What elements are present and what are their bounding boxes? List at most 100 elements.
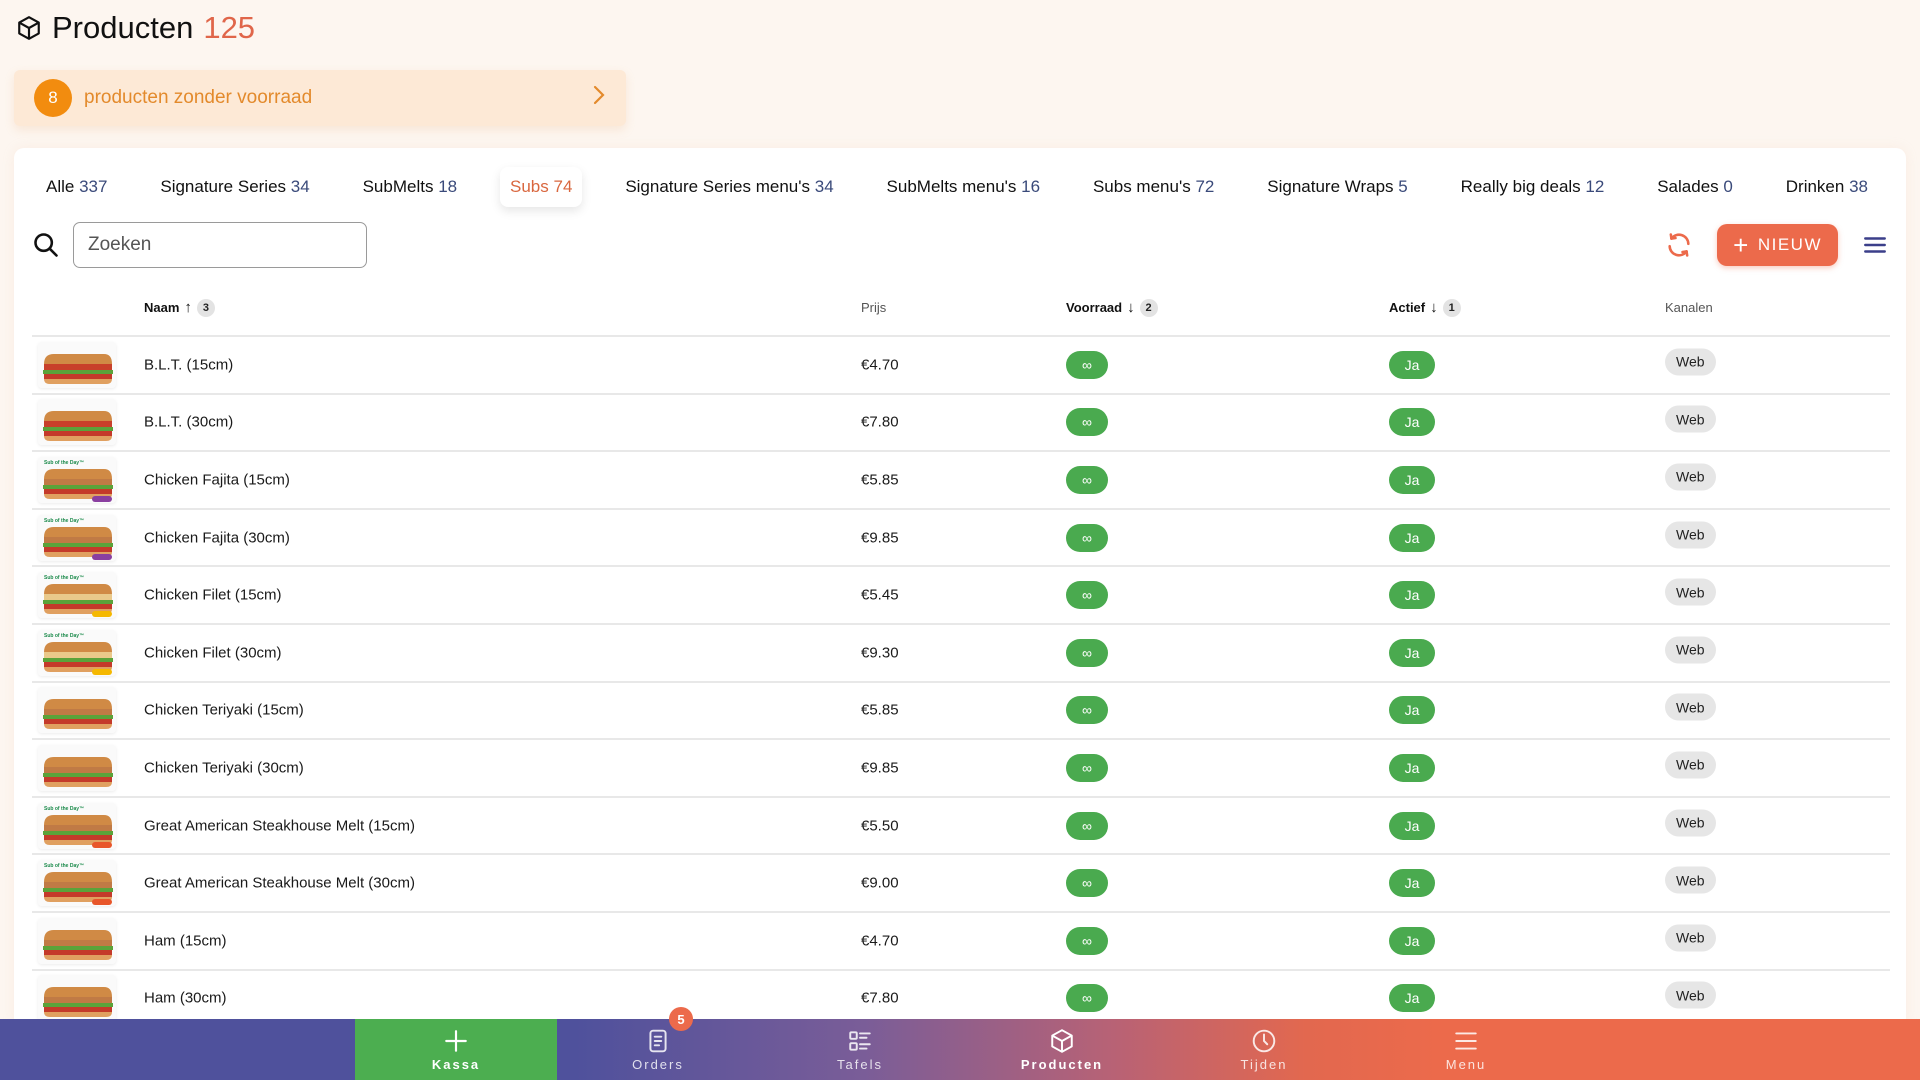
receipt-icon — [649, 1029, 667, 1052]
active-toggle[interactable]: Ja — [1389, 408, 1435, 437]
active-toggle[interactable]: Ja — [1389, 696, 1435, 725]
product-thumbnail — [38, 917, 116, 964]
table-row[interactable]: Chicken Teriyaki (30cm) €9.85 ∞ Ja Web — [32, 740, 1890, 798]
table-row[interactable]: B.L.T. (30cm) €7.80 ∞ Ja Web — [32, 395, 1890, 453]
tab-really-big-deals[interactable]: Really big deals 12 — [1451, 167, 1615, 207]
active-toggle[interactable]: Ja — [1389, 926, 1435, 955]
table-row[interactable]: Ham (15cm) €4.70 ∞ Ja Web — [32, 913, 1890, 971]
tab-count: 18 — [438, 177, 458, 196]
column-label: Prijs — [861, 300, 887, 315]
tab-label: Subs — [510, 177, 549, 196]
nav-label: Tijden — [1240, 1056, 1288, 1072]
channel-badge: Web — [1665, 348, 1716, 376]
active-toggle[interactable]: Ja — [1389, 581, 1435, 610]
product-name[interactable]: Ham (30cm) — [144, 990, 227, 1007]
search-input[interactable] — [73, 222, 367, 268]
tab-signature-series-menus[interactable]: Signature Series menu's 34 — [615, 167, 843, 207]
refresh-icon[interactable] — [1665, 231, 1693, 259]
product-price: €4.70 — [861, 932, 899, 950]
product-price: €9.85 — [861, 759, 899, 777]
stock-badge: ∞ — [1066, 638, 1108, 667]
nav-kassa[interactable]: Kassa — [355, 1019, 557, 1080]
sort-priority-badge: 3 — [196, 298, 215, 317]
stock-badge: ∞ — [1066, 811, 1108, 840]
search-icon[interactable] — [32, 231, 60, 259]
nav-menu[interactable]: Menu — [1365, 1019, 1567, 1080]
table-row[interactable]: Sub of the Day™ Chicken Fajita (15cm) €5… — [32, 452, 1890, 510]
channel-badge: Web — [1665, 693, 1716, 721]
table-row[interactable]: Chicken Teriyaki (15cm) €5.85 ∞ Ja Web — [32, 683, 1890, 741]
active-toggle[interactable]: Ja — [1389, 984, 1435, 1013]
nav-label: Menu — [1445, 1056, 1487, 1072]
active-toggle[interactable]: Ja — [1389, 523, 1435, 552]
tab-alle[interactable]: Alle 337 — [36, 167, 117, 207]
channel-badge: Web — [1665, 981, 1716, 1009]
table-row[interactable]: Sub of the Day™ Great American Steakhous… — [32, 798, 1890, 856]
column-header-name[interactable]: Naam ↑ 3 — [144, 298, 215, 317]
tab-subs[interactable]: Subs 74 — [500, 167, 582, 207]
column-header-active[interactable]: Actief ↓ 1 — [1389, 298, 1461, 317]
sandwich-image-icon — [38, 744, 116, 791]
category-tabs: Alle 337 Signature Series 34 SubMelts 18… — [36, 162, 1884, 212]
active-toggle[interactable]: Ja — [1389, 638, 1435, 667]
table-row[interactable]: Sub of the Day™ Great American Steakhous… — [32, 855, 1890, 913]
toolbar: + NIEUW — [32, 220, 1892, 270]
out-of-stock-text: producten zonder voorraad — [84, 87, 313, 108]
tab-submelts-menus[interactable]: SubMelts menu's 16 — [877, 167, 1051, 207]
tab-salades[interactable]: Salades 0 — [1647, 167, 1743, 207]
product-name[interactable]: Chicken Fajita (15cm) — [144, 471, 290, 488]
product-name[interactable]: B.L.T. (30cm) — [144, 414, 233, 431]
column-header-stock[interactable]: Voorraad ↓ 2 — [1066, 298, 1158, 317]
column-label: Naam — [144, 300, 180, 315]
column-header-price[interactable]: Prijs — [861, 300, 886, 315]
product-name[interactable]: Chicken Filet (30cm) — [144, 644, 282, 661]
active-toggle[interactable]: Ja — [1389, 753, 1435, 782]
nav-tijden[interactable]: Tijden — [1163, 1019, 1365, 1080]
product-name[interactable]: Chicken Filet (15cm) — [144, 587, 282, 604]
product-name[interactable]: Great American Steakhouse Melt (15cm) — [144, 817, 415, 834]
tab-signature-wraps[interactable]: Signature Wraps 5 — [1257, 167, 1418, 207]
active-toggle[interactable]: Ja — [1389, 350, 1435, 379]
product-name[interactable]: B.L.T. (15cm) — [144, 356, 233, 373]
channel-badge: Web — [1665, 866, 1716, 894]
tab-subs-menus[interactable]: Subs menu's 72 — [1083, 167, 1224, 207]
svg-text:Sub of the Day™: Sub of the Day™ — [44, 518, 84, 524]
svg-text:Sub of the Day™: Sub of the Day™ — [44, 575, 84, 581]
channel-badge: Web — [1665, 924, 1716, 952]
nav-label: Producten — [1020, 1056, 1104, 1072]
product-price: €9.30 — [861, 644, 899, 662]
table-row[interactable]: Sub of the Day™ Chicken Fajita (30cm) €9… — [32, 510, 1890, 568]
table-row[interactable]: B.L.T. (15cm) €4.70 ∞ Ja Web — [32, 337, 1890, 395]
new-product-button[interactable]: + NIEUW — [1717, 224, 1838, 266]
tab-count: 337 — [79, 177, 108, 196]
active-toggle[interactable]: Ja — [1389, 869, 1435, 898]
table-row[interactable]: Sub of the Day™ Chicken Filet (15cm) €5.… — [32, 567, 1890, 625]
product-price: €7.80 — [861, 413, 899, 431]
product-thumbnail — [38, 744, 116, 791]
product-name[interactable]: Chicken Fajita (30cm) — [144, 529, 290, 546]
nav-orders[interactable]: 5 Orders — [557, 1007, 759, 1080]
active-toggle[interactable]: Ja — [1389, 465, 1435, 494]
product-price: €9.85 — [861, 529, 899, 547]
nav-producten[interactable]: Producten — [961, 1019, 1163, 1080]
product-name[interactable]: Chicken Teriyaki (30cm) — [144, 759, 304, 776]
product-name[interactable]: Great American Steakhouse Melt (30cm) — [144, 875, 415, 892]
tab-submelts[interactable]: SubMelts 18 — [353, 167, 468, 207]
hamburger-menu-icon[interactable] — [1862, 232, 1888, 258]
tab-signature-series[interactable]: Signature Series 34 — [150, 167, 319, 207]
tab-count: 5 — [1398, 177, 1408, 196]
product-name[interactable]: Ham (15cm) — [144, 932, 227, 949]
tab-count: 34 — [814, 177, 834, 196]
column-label: Actief — [1389, 300, 1426, 315]
nav-tafels[interactable]: Tafels — [759, 1019, 961, 1080]
product-name[interactable]: Chicken Teriyaki (15cm) — [144, 702, 304, 719]
stock-badge: ∞ — [1066, 696, 1108, 725]
channel-badge: Web — [1665, 809, 1716, 837]
table-row[interactable]: Sub of the Day™ Chicken Filet (30cm) €9.… — [32, 625, 1890, 683]
tab-drinken[interactable]: Drinken 38 — [1776, 167, 1878, 207]
active-toggle[interactable]: Ja — [1389, 811, 1435, 840]
out-of-stock-banner[interactable]: 8 producten zonder voorraad — [14, 70, 626, 126]
column-header-channels[interactable]: Kanalen — [1665, 300, 1713, 315]
nav-label: Orders — [632, 1056, 684, 1072]
product-thumbnail: Sub of the Day™ — [38, 629, 116, 676]
